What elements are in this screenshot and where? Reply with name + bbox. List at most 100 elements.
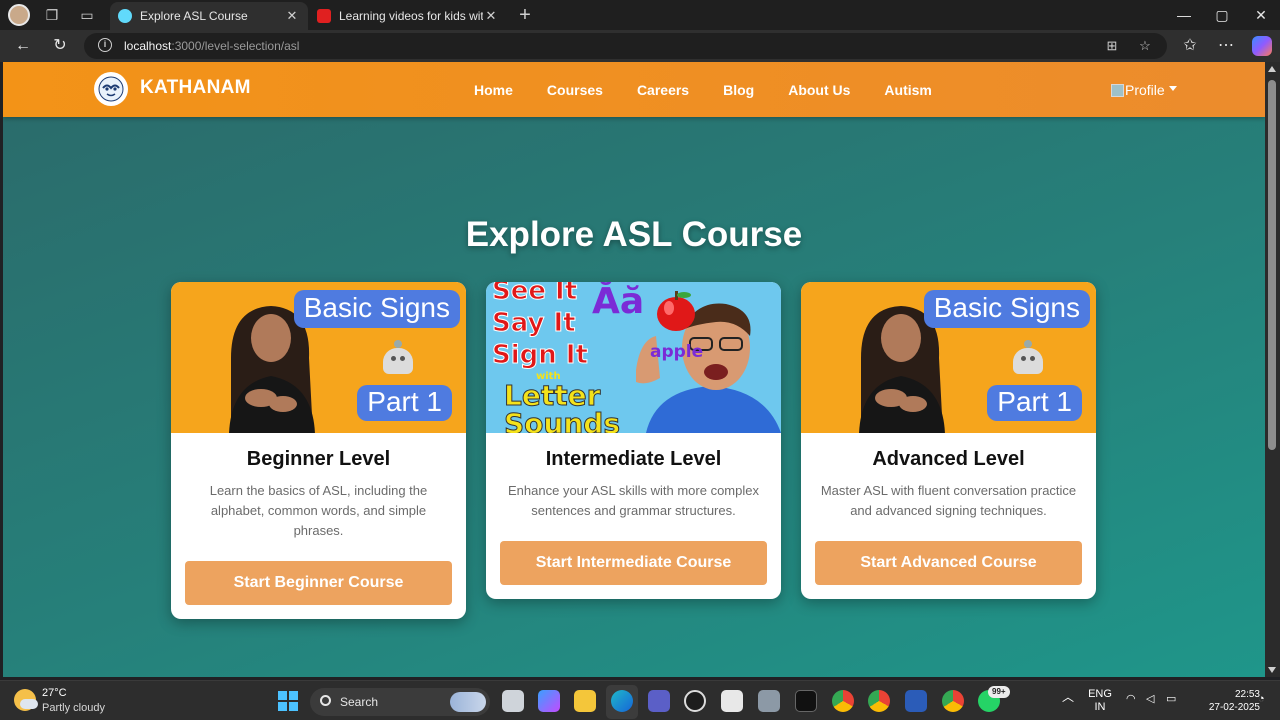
profile-label: Profile — [1125, 82, 1165, 98]
chrome-profile-1-icon[interactable] — [832, 690, 854, 712]
start-beginner-course-button[interactable]: Start Beginner Course — [185, 561, 452, 605]
system-clock[interactable]: 22:53 27-02-2025 — [1206, 688, 1260, 714]
tab-actions-icon[interactable]: ▭ — [78, 6, 96, 24]
robot-antenna-icon — [394, 340, 402, 348]
close-tab-icon[interactable]: ✕ — [284, 8, 300, 24]
word-icon[interactable] — [905, 690, 927, 712]
tab-explore-asl[interactable]: Explore ASL Course ✕ — [110, 2, 308, 30]
scroll-thumb[interactable] — [1268, 80, 1276, 450]
course-card-intermediate: See It Say It Sign It Ăă apple with Lett… — [486, 282, 781, 599]
react-icon — [118, 9, 132, 23]
url-text[interactable]: localhost:3000/level-selection/asl — [124, 39, 299, 53]
taskbar-search[interactable]: Search — [310, 688, 490, 716]
volume-icon[interactable]: ◁ — [1146, 693, 1154, 706]
task-view-icon[interactable] — [502, 690, 524, 712]
youtube-icon — [317, 9, 331, 23]
intermediate-thumbnail[interactable]: See It Say It Sign It Ăă apple with Lett… — [486, 282, 781, 433]
advanced-thumbnail[interactable]: Basic Signs Part 1 — [801, 282, 1096, 433]
new-tab-icon[interactable]: + — [516, 5, 534, 25]
store-icon[interactable] — [721, 690, 743, 712]
tab-title: Learning videos for kids with autis — [339, 9, 483, 23]
thumb-basic-signs-label: Basic Signs — [293, 290, 460, 328]
tab-learning-videos[interactable]: Learning videos for kids with autis ✕ — [309, 2, 507, 30]
profile-avatar[interactable] — [8, 4, 30, 26]
robot-antenna-icon — [1024, 340, 1032, 348]
app-available-icon[interactable]: ⊞ — [1103, 37, 1121, 55]
scroll-up-icon[interactable] — [1268, 66, 1276, 72]
teams-icon[interactable] — [648, 690, 670, 712]
maximize-icon[interactable]: ▢ — [1212, 5, 1232, 25]
tab-title: Explore ASL Course — [140, 9, 248, 23]
weather-partly-cloudy-icon[interactable] — [14, 689, 38, 711]
scroll-down-icon[interactable] — [1268, 667, 1276, 673]
robot-icon — [383, 348, 413, 374]
start-advanced-course-button[interactable]: Start Advanced Course — [815, 541, 1082, 585]
kathanam-logo[interactable] — [94, 72, 128, 106]
start-intermediate-course-button[interactable]: Start Intermediate Course — [500, 541, 767, 585]
nav-link-courses[interactable]: Courses — [547, 82, 603, 98]
weather-temperature[interactable]: 27°C — [42, 687, 67, 699]
favorites-icon[interactable]: ✩ — [1180, 36, 1200, 56]
nav-link-about-us[interactable]: About Us — [788, 82, 850, 98]
file-explorer-icon[interactable] — [574, 690, 596, 712]
beginner-thumbnail[interactable]: Basic Signs Part 1 — [171, 282, 466, 433]
more-options-icon[interactable]: ⋯ — [1216, 36, 1236, 56]
course-card-beginner: Basic Signs Part 1 Beginner Level Learn … — [171, 282, 466, 619]
thumb-see-it: See It — [491, 282, 578, 306]
battery-icon[interactable]: ▭ — [1166, 693, 1176, 706]
language-indicator[interactable]: ENG IN — [1088, 688, 1112, 714]
url-path: :3000/level-selection/asl — [171, 39, 300, 53]
terminal-icon[interactable] — [795, 690, 817, 712]
weather-condition[interactable]: Partly cloudy — [42, 702, 105, 714]
brand-name[interactable]: KATHANAM — [140, 77, 251, 99]
copilot-icon[interactable] — [1252, 36, 1272, 56]
thumb-part-label: Part 1 — [357, 385, 452, 421]
caret-down-icon — [1168, 86, 1177, 91]
nav-link-home[interactable]: Home — [474, 82, 513, 98]
chrome-profile-3-icon[interactable] — [942, 690, 964, 712]
language-code: ENG — [1088, 688, 1112, 700]
dell-icon[interactable] — [684, 690, 706, 712]
apple-image — [657, 291, 695, 331]
site-info-icon[interactable]: i — [98, 38, 112, 52]
nav-link-autism[interactable]: Autism — [884, 82, 931, 98]
page-scrollbar[interactable] — [1265, 62, 1280, 677]
address-toolbar: ← ↻ i localhost:3000/level-selection/asl… — [0, 30, 1280, 62]
thumb-sign-it: Sign It — [492, 340, 589, 370]
workspaces-icon[interactable]: ❐ — [43, 6, 61, 24]
notifications-icon[interactable]: ◔ — [1258, 693, 1265, 706]
nav-links: Home Courses Careers Blog About Us Autis… — [474, 82, 966, 98]
card-title: Intermediate Level — [545, 448, 722, 470]
favorite-star-icon[interactable]: ☆ — [1136, 37, 1154, 55]
search-label: Search — [340, 695, 379, 709]
nav-link-blog[interactable]: Blog — [723, 82, 754, 98]
address-bar[interactable]: i localhost:3000/level-selection/asl ⊞ ☆ — [84, 33, 1167, 59]
refresh-icon[interactable]: ↻ — [50, 36, 70, 56]
wifi-icon[interactable]: ◠ — [1126, 693, 1136, 706]
show-hidden-icons-icon[interactable]: ︿ — [1062, 691, 1074, 704]
taskbar: 27°C Partly cloudy Search 99+ ︿ ENG IN ◠… — [0, 680, 1280, 720]
chrome-profile-2-icon[interactable] — [868, 690, 890, 712]
nav-link-careers[interactable]: Careers — [637, 82, 689, 98]
profile-image-icon — [1111, 83, 1124, 97]
search-highlight-icon — [450, 692, 486, 712]
card-description: Master ASL with fluent conversation prac… — [820, 483, 1077, 518]
clock-date: 27-02-2025 — [1208, 702, 1260, 713]
thumb-basic-signs-label: Basic Signs — [923, 290, 1090, 328]
thumb-letter: Letter — [503, 379, 601, 412]
search-icon — [320, 695, 331, 706]
windows-start-icon[interactable] — [278, 691, 298, 711]
thumb-part-label: Part 1 — [987, 385, 1082, 421]
browser-tab-strip: ❐ ▭ Explore ASL Course ✕ Learning videos… — [0, 0, 1280, 30]
camera-icon[interactable] — [758, 690, 780, 712]
minimize-icon[interactable]: — — [1174, 5, 1194, 25]
page-title: Explore ASL Course — [465, 215, 803, 254]
close-tab-icon[interactable]: ✕ — [483, 8, 499, 24]
profile-dropdown[interactable]: Profile — [1111, 82, 1177, 98]
back-icon[interactable]: ← — [13, 36, 33, 56]
course-card-advanced: Basic Signs Part 1 Advanced Level Master… — [801, 282, 1096, 599]
clock-time: 22:53 — [1234, 689, 1260, 700]
close-window-icon[interactable]: ✕ — [1251, 5, 1271, 25]
copilot-app-icon[interactable] — [538, 690, 560, 712]
edge-icon[interactable] — [611, 690, 633, 712]
